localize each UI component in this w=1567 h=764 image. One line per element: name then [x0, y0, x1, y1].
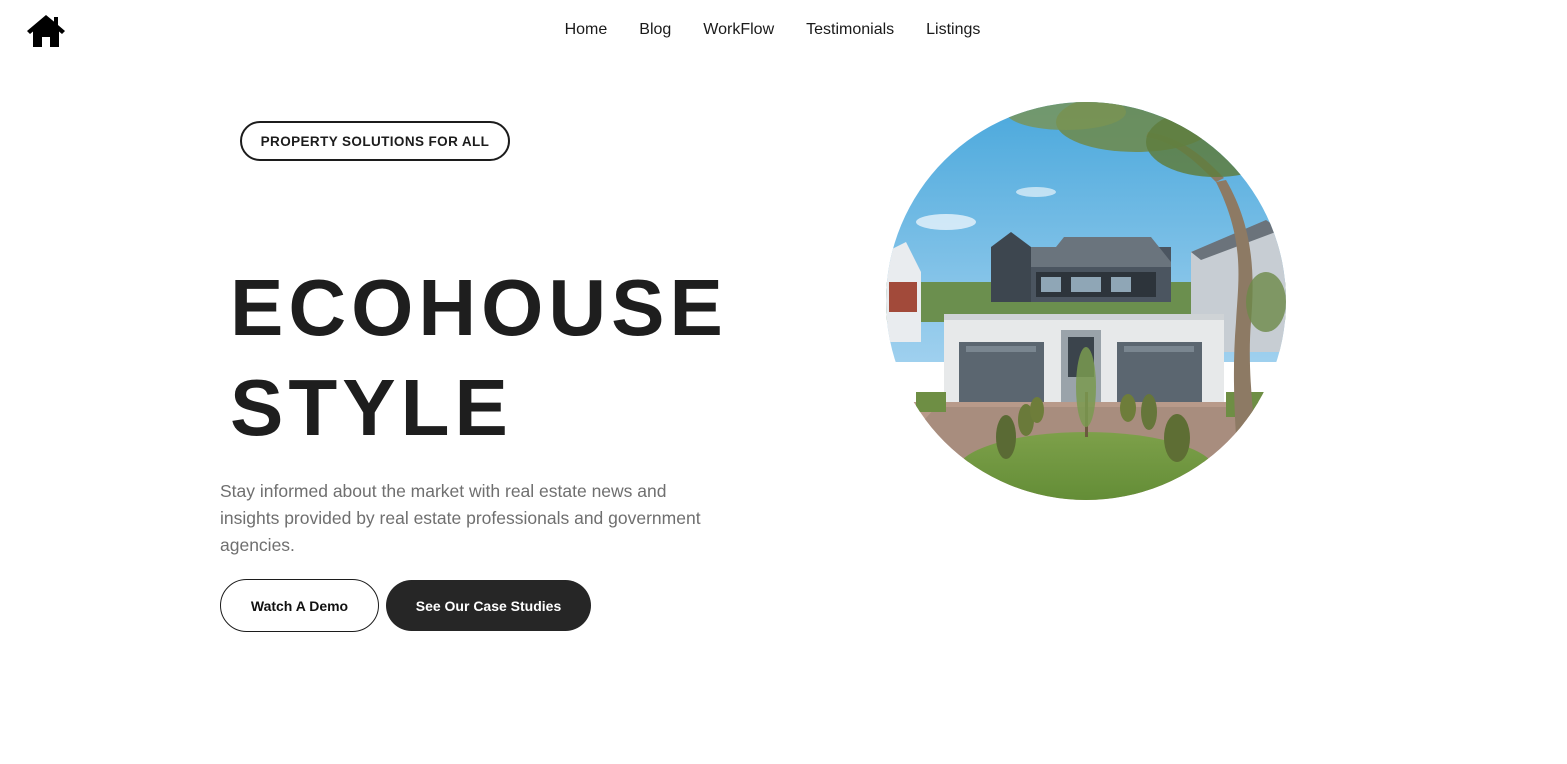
nav-link-blog[interactable]: Blog [623, 20, 687, 40]
hero-description: Stay informed about the market with real… [220, 481, 701, 555]
nav-link-testimonials[interactable]: Testimonials [790, 20, 910, 40]
main-nav: Home Blog WorkFlow Testimonials Listings [0, 20, 1545, 40]
headline-line-1: ECOHOUSE [230, 263, 728, 352]
nav-link-workflow[interactable]: WorkFlow [687, 20, 790, 40]
hero-badge: PROPERTY SOLUTIONS FOR ALL [240, 121, 510, 161]
house-photo-illustration [886, 102, 1286, 500]
hero-headline: ECOHOUSE STYLE [230, 258, 790, 458]
nav-link-home[interactable]: Home [549, 20, 624, 40]
watch-demo-button[interactable]: Watch A Demo [220, 579, 379, 632]
nav-link-listings[interactable]: Listings [910, 20, 996, 40]
house-photo [886, 102, 1286, 500]
headline-line-2: STYLE [230, 363, 513, 452]
case-studies-button[interactable]: See Our Case Studies [386, 580, 591, 631]
